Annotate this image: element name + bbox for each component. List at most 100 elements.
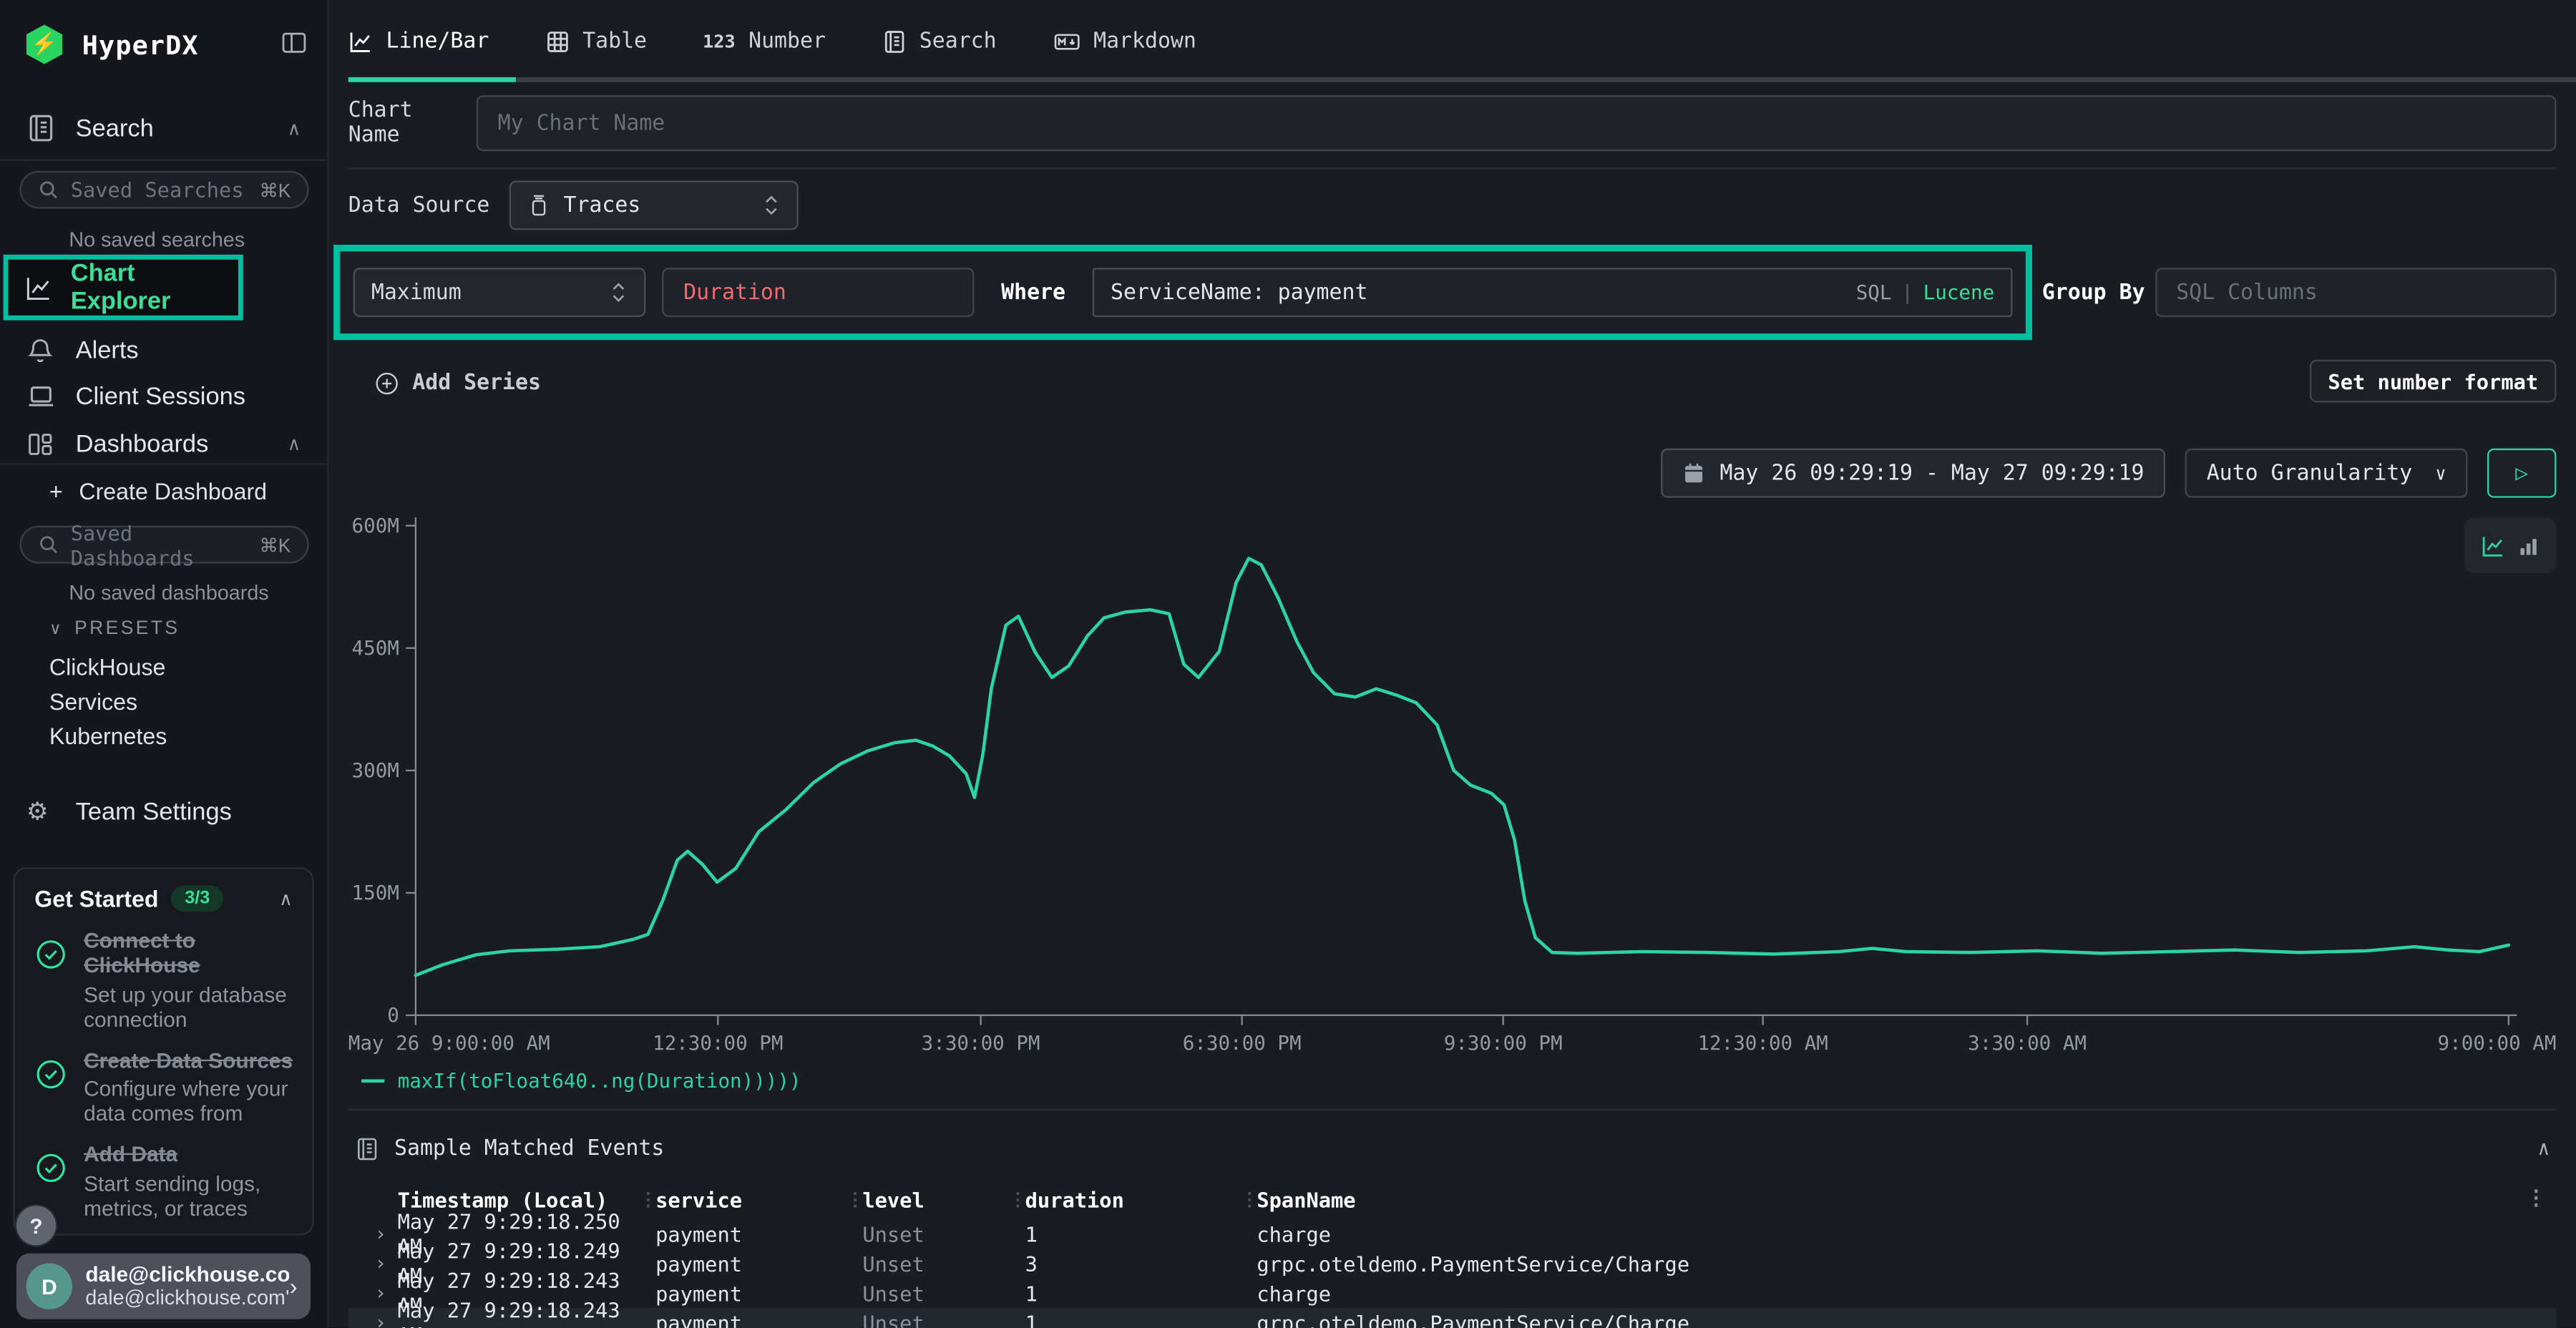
tab-line-bar[interactable]: Line/Bar [348,29,489,53]
table-icon [545,29,569,53]
step-title: Create Data Sources [84,1048,301,1073]
sidebar-item-dashboards[interactable]: Dashboards ∧ [0,421,327,467]
date-range-picker[interactable]: May 26 09:29:19 - May 27 09:29:19 [1661,449,2165,498]
sidebar-item-search[interactable]: Search ∧ [0,105,327,151]
table-row[interactable]: › May 27 9:29:18.250 AM payment Unset 1 … [348,1219,2557,1249]
line-chart-toggle-icon[interactable] [2481,533,2505,557]
chevron-up-icon[interactable]: ∧ [279,888,293,909]
granularity-value: Auto Granularity [2207,461,2413,485]
expand-row-icon[interactable]: › [374,1222,397,1245]
svg-text:12:30:00 AM: 12:30:00 AM [1697,1032,1828,1055]
get-started-step[interactable]: Connect to ClickHouse Set up your databa… [34,928,292,1031]
search-icon [38,534,59,555]
svg-text:May 26 9:00:00 AM: May 26 9:00:00 AM [348,1032,550,1055]
group-by-input[interactable] [2155,268,2556,317]
col-timestamp[interactable]: Timestamp (Local) [398,1187,655,1211]
col-service[interactable]: service [655,1187,862,1211]
chart-name-input[interactable] [477,95,2557,151]
divider [0,160,327,161]
sidebar-item-label: Client Sessions [76,382,245,410]
kebab-menu-icon[interactable]: ⋮ [2526,1184,2547,1209]
help-button[interactable]: ? [16,1206,56,1245]
chevron-up-icon[interactable]: ∧ [288,117,301,139]
group-by-label: Group By [2042,280,2145,304]
table-row[interactable]: › May 27 9:29:18.243 AM payment Unset 1 … [348,1308,2557,1328]
col-spanname[interactable]: SpanName [1257,1187,2556,1211]
sidebar-item-chart-explorer[interactable]: Chart Explorer [8,260,238,316]
presets-toggle[interactable]: ∨ PRESETS [49,620,180,640]
calendar-icon [1682,462,1705,484]
where-input[interactable]: ServiceName: payment SQL | Lucene [1093,268,2013,317]
bar-chart-toggle-icon[interactable] [2519,534,2540,556]
tab-markdown[interactable]: Markdown [1053,29,1196,53]
sidebar-item-label: Chart Explorer [71,260,238,316]
data-source-select[interactable]: Traces [509,181,799,230]
chart-name-label: Chart Name [348,99,477,148]
collapse-sidebar-icon[interactable] [281,29,308,64]
sidebar-item-alerts[interactable]: Alerts [0,327,327,373]
expand-row-icon[interactable]: › [374,1311,397,1328]
user-menu[interactable]: D dale@clickhouse.com dale@clickhouse.co… [16,1254,311,1319]
expand-row-icon[interactable]: › [374,1281,397,1304]
table-row[interactable]: › May 27 9:29:18.249 AM payment Unset 3 … [348,1249,2557,1278]
expand-row-icon[interactable]: › [374,1251,397,1274]
svg-text:450M: 450M [352,637,399,660]
step-desc: Set up your database connection [84,982,289,1031]
journal-icon [355,1136,379,1161]
col-duration[interactable]: duration [1025,1187,1257,1211]
table-header-row: Timestamp (Local) service level duration… [348,1183,2557,1216]
col-level[interactable]: level [862,1187,1025,1211]
chart-panel: May 26 09:29:19 - May 27 09:29:19 Auto G… [328,449,2576,1093]
svg-text:12:30:00 PM: 12:30:00 PM [653,1032,783,1055]
add-series-label: Add Series [412,371,541,395]
granularity-select[interactable]: Auto Granularity ∨ [2185,449,2468,498]
chart-toolbar: May 26 09:29:19 - May 27 09:29:19 Auto G… [348,449,2557,498]
chart-name-row: Chart Name [328,95,2576,151]
create-dashboard-button[interactable]: + Create Dashboard [49,478,267,504]
where-label: Where [990,280,1075,304]
avatar: D [26,1264,72,1309]
app-root: ⚡ HyperDX Search ∧ Saved Searches ⌘K No … [0,0,2576,1328]
lucene-mode-button[interactable]: Lucene [1923,281,1995,304]
svg-text:300M: 300M [352,759,399,782]
sidebar-item-label: Alerts [76,336,139,364]
tab-search[interactable]: Search [882,29,997,53]
svg-text:9:30:00 PM: 9:30:00 PM [1444,1032,1563,1055]
sidebar-item-team-settings[interactable]: ⚙ Team Settings [0,788,327,834]
hyperdx-logo-icon: ⚡ [26,24,63,64]
step-title: Connect to ClickHouse [84,928,265,978]
data-source-row: Data Source Traces [328,181,2576,230]
step-desc: Configure where your data comes from [84,1076,301,1126]
chevron-up-icon[interactable]: ∧ [288,433,301,454]
get-started-step[interactable]: Create Data Sources Configure where your… [34,1048,292,1126]
get-started-step[interactable]: Add Data Start sending logs, metrics, or… [34,1142,292,1220]
get-started-card: Get Started 3/3 ∧ Connect to ClickHouse … [13,867,313,1235]
preset-clickhouse[interactable]: ClickHouse [49,654,166,680]
dashboards-icon [26,429,59,457]
chevron-up-icon[interactable]: ∧ [2538,1137,2550,1160]
timeseries-chart[interactable]: 0150M300M450M600MMay 26 9:00:00 AM12:30:… [348,507,2557,1063]
add-series-button[interactable]: Add Series [374,371,541,395]
table-row[interactable]: › May 27 9:29:18.243 AM payment Unset 1 … [348,1278,2557,1307]
saved-searches-placeholder: Saved Searches [71,177,260,202]
svg-text:600M: 600M [352,514,399,537]
run-query-button[interactable]: ▷ [2487,449,2556,498]
123-icon: 123 [703,30,736,52]
sidebar-item-client-sessions[interactable]: Client Sessions [0,373,327,419]
aggregation-select[interactable]: Maximum [353,268,646,317]
plus-icon: + [49,478,63,504]
chart-type-tabs: Line/Bar Table 123 Number Search Markdow… [328,0,2576,82]
database-icon [527,194,550,217]
preset-kubernetes[interactable]: Kubernetes [49,723,167,749]
events-header: Sample Matched Events ∧ [348,1131,2557,1167]
saved-dashboards-input[interactable]: Saved Dashboards ⌘K [20,526,309,564]
set-number-format-button[interactable]: Set number format [2310,360,2556,403]
sql-mode-button[interactable]: SQL [1856,281,1892,304]
tab-table[interactable]: Table [545,29,647,53]
query-language-toggle: SQL | Lucene [1856,281,1995,304]
preset-services[interactable]: Services [49,688,137,715]
field-input[interactable] [662,268,974,317]
tab-number[interactable]: 123 Number [703,29,826,53]
data-source-label: Data Source [348,193,509,218]
saved-searches-input[interactable]: Saved Searches ⌘K [20,171,309,209]
